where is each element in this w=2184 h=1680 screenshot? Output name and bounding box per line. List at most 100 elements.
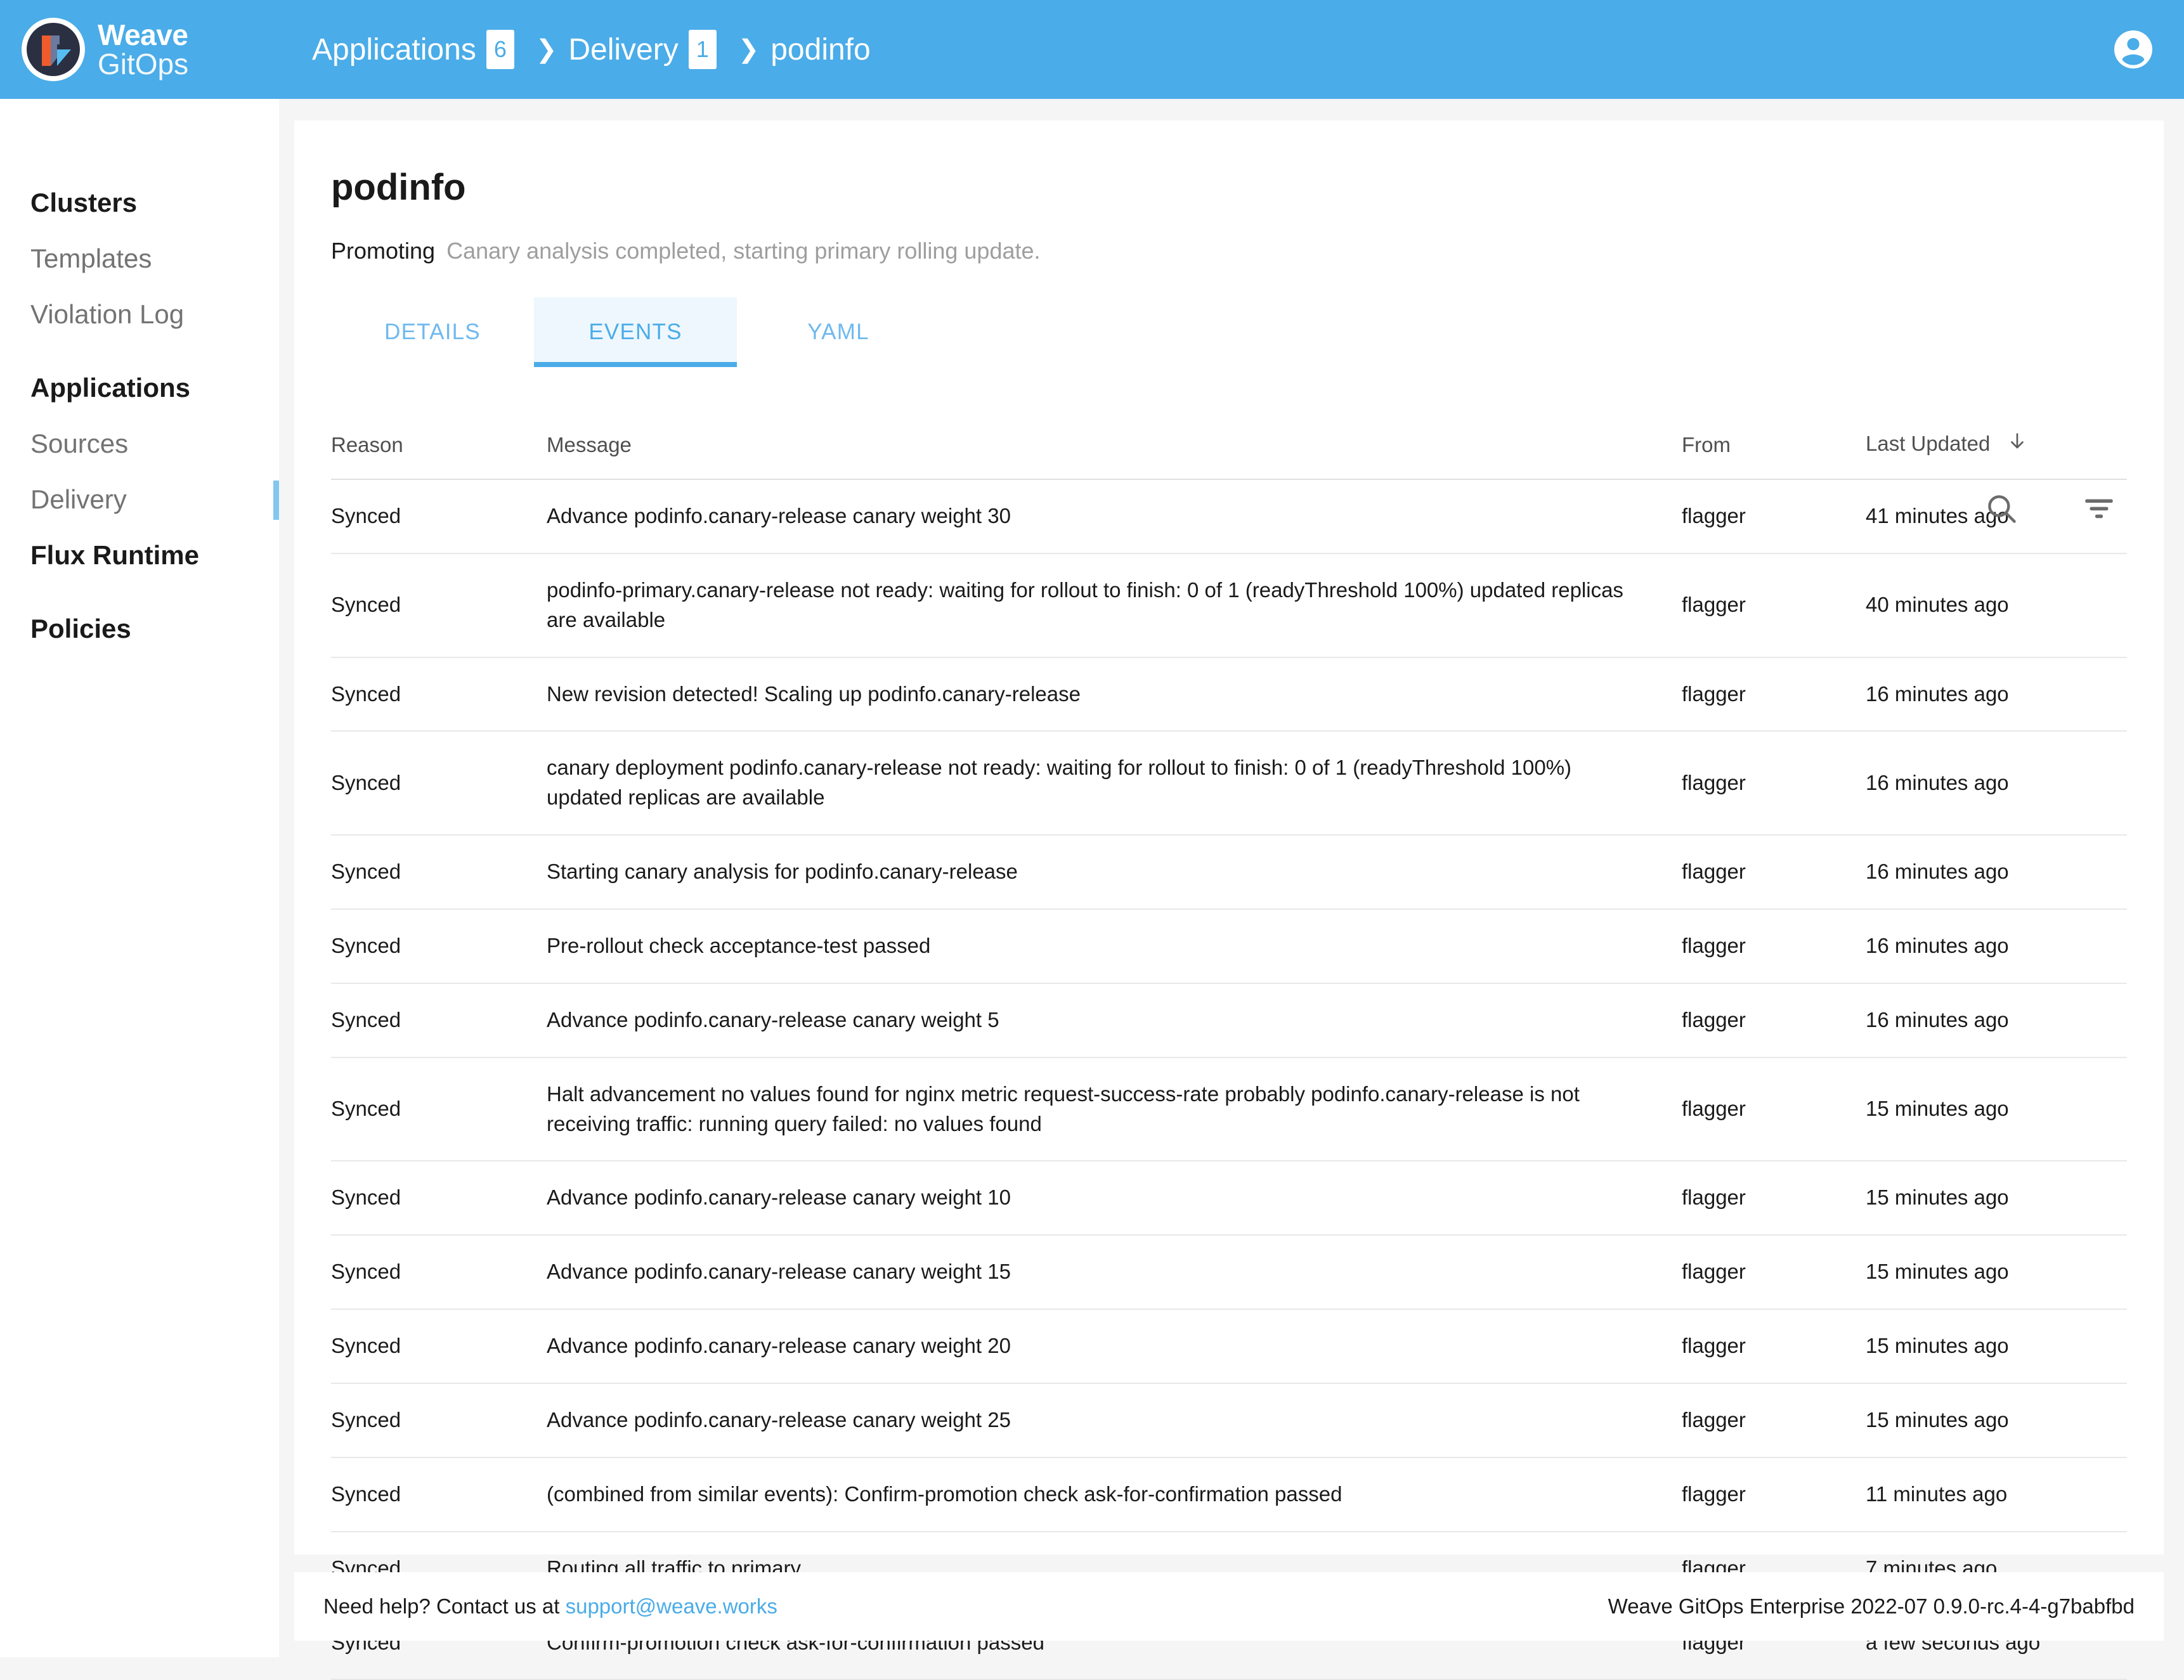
cell-from: flagger [1682,909,1866,984]
sidebar-item-templates[interactable]: Templates [0,231,279,287]
cell-last-updated: 15 minutes ago [1866,1057,2127,1162]
table-row[interactable]: Synced podinfo-primary.canary-release not… [331,553,2127,658]
breadcrumb-chevron-icon-2: ❯ [738,36,760,63]
logo-line-1: Weave [98,18,188,51]
cell-message: podinfo-primary.canary-release not ready… [547,553,1682,658]
sidebar-item-clusters[interactable]: Clusters [0,175,279,231]
table-row[interactable]: Synced Starting canary analysis for podin… [331,835,2127,910]
active-indicator [273,481,279,520]
cell-reason: Synced [331,657,547,732]
tab-details[interactable]: DETAILS [331,297,534,367]
sidebar-item-label: Violation Log [30,299,185,329]
sidebar-item-violation-log[interactable]: Violation Log [0,287,279,342]
cell-message: Advance podinfo.canary-release canary we… [547,1309,1682,1385]
cell-last-updated: 16 minutes ago [1866,657,2127,732]
sidebar-item-label: Clusters [30,188,138,217]
main-content: podinfo Promoting Canary analysis comple… [294,120,2164,1680]
search-icon[interactable] [1981,488,2022,529]
breadcrumb-item-podinfo[interactable]: podinfo [770,32,870,67]
table-row[interactable]: Synced Advance podinfo.canary-release can… [331,983,2127,1058]
cell-last-updated: 16 minutes ago [1866,983,2127,1058]
arrow-down-icon[interactable] [2006,430,2028,457]
cell-reason: Synced [331,1235,547,1310]
cell-from: flagger [1682,835,1866,910]
table-row[interactable]: Synced Advance podinfo.canary-release can… [331,479,2127,554]
table-row[interactable]: Synced New revision detected! Scaling up … [331,657,2127,732]
events-table: Reason Message From Last Updated Synced … [331,430,2127,1680]
cell-reason: Synced [331,1383,547,1458]
sidebar-item-policies[interactable]: Policies [0,601,279,657]
table-row[interactable]: Synced Advance podinfo.canary-release can… [331,1383,2127,1458]
cell-message: Halt advancement no values found for ngi… [547,1057,1682,1162]
cell-reason: Synced [331,479,547,554]
logo-line-2: GitOps [98,48,189,81]
status-message: Canary analysis completed, starting prim… [446,238,1041,264]
cell-from: flagger [1682,1057,1866,1162]
cell-last-updated: 40 minutes ago [1866,553,2127,658]
cell-reason: Synced [331,1161,547,1236]
cell-from: flagger [1682,1161,1866,1236]
column-header-message[interactable]: Message [547,430,1682,480]
cell-message: Advance podinfo.canary-release canary we… [547,1383,1682,1458]
sidebar-item-label: Delivery [30,484,127,514]
breadcrumb-item-applications[interactable]: Applications [312,32,476,67]
sidebar-item-applications[interactable]: Applications [0,360,279,416]
cell-last-updated: 16 minutes ago [1866,835,2127,910]
weave-gitops-logo-icon [20,16,86,82]
sidebar-item-label: Policies [30,614,131,643]
table-row[interactable]: Synced Halt advancement no values found f… [331,1057,2127,1162]
footer: Need help? Contact us at support@weave.w… [294,1572,2164,1641]
cell-message: Starting canary analysis for podinfo.can… [547,835,1682,910]
cell-reason: Synced [331,731,547,836]
breadcrumb-chevron-icon-1: ❯ [535,36,557,63]
tab-yaml[interactable]: YAML [737,297,940,367]
cell-reason: Synced [331,909,547,984]
table-row[interactable]: Synced Advance podinfo.canary-release can… [331,1161,2127,1236]
account-circle-icon[interactable] [2110,27,2156,72]
logo[interactable]: Weave GitOps [20,16,274,82]
footer-help: Need help? Contact us at support@weave.w… [323,1594,777,1619]
sidebar-item-sources[interactable]: Sources [0,416,279,472]
sidebar-item-flux-runtime[interactable]: Flux Runtime [0,527,279,583]
support-email-link[interactable]: support@weave.works [566,1594,777,1618]
breadcrumb-item-delivery[interactable]: Delivery [568,32,678,67]
column-header-from[interactable]: From [1682,430,1866,480]
tab-label: DETAILS [384,320,481,344]
table-toolbar [1981,488,2119,529]
status-badge: Promoting [331,238,436,264]
cell-message: Advance podinfo.canary-release canary we… [547,479,1682,554]
sidebar-item-delivery[interactable]: Delivery [0,472,279,527]
cell-from: flagger [1682,983,1866,1058]
sidebar-item-label: Sources [30,429,129,458]
cell-message: (combined from similar events): Confirm-… [547,1457,1682,1532]
cell-reason: Synced [331,553,547,658]
cell-reason: Synced [331,1057,547,1162]
cell-message: Advance podinfo.canary-release canary we… [547,983,1682,1058]
cell-from: flagger [1682,553,1866,658]
tab-label: EVENTS [588,320,682,344]
page-title: podinfo [331,167,466,208]
table-row[interactable]: Synced (combined from similar events): Co… [331,1457,2127,1532]
table-row[interactable]: Synced canary deployment podinfo.canary-r… [331,731,2127,836]
breadcrumb-count-applications: 6 [486,30,514,69]
column-header-last-updated[interactable]: Last Updated [1866,430,2127,480]
tab-events[interactable]: EVENTS [534,297,737,367]
filter-icon[interactable] [2079,488,2119,529]
column-header-reason[interactable]: Reason [331,430,547,480]
table-row[interactable]: Synced Pre-rollout check acceptance-test … [331,909,2127,984]
table-row[interactable]: Synced Advance podinfo.canary-release can… [331,1309,2127,1385]
cell-last-updated: 16 minutes ago [1866,731,2127,836]
breadcrumb: Applications 6 ❯ Delivery 1 ❯ podinfo [312,30,871,69]
cell-reason: Synced [331,1457,547,1532]
cell-last-updated: 11 minutes ago [1866,1457,2127,1532]
sidebar: Clusters Templates Violation Log Applica… [0,99,279,1657]
sidebar-item-label: Templates [30,243,152,273]
tab-label: YAML [807,320,869,344]
cell-reason: Synced [331,1309,547,1385]
breadcrumb-count-delivery: 1 [688,30,717,69]
table-row[interactable]: Synced Advance podinfo.canary-release can… [331,1235,2127,1310]
table-header-row: Reason Message From Last Updated [331,430,2127,480]
column-header-label: Last Updated [1866,432,1991,455]
cell-last-updated: 15 minutes ago [1866,1383,2127,1458]
cell-last-updated: 16 minutes ago [1866,909,2127,984]
